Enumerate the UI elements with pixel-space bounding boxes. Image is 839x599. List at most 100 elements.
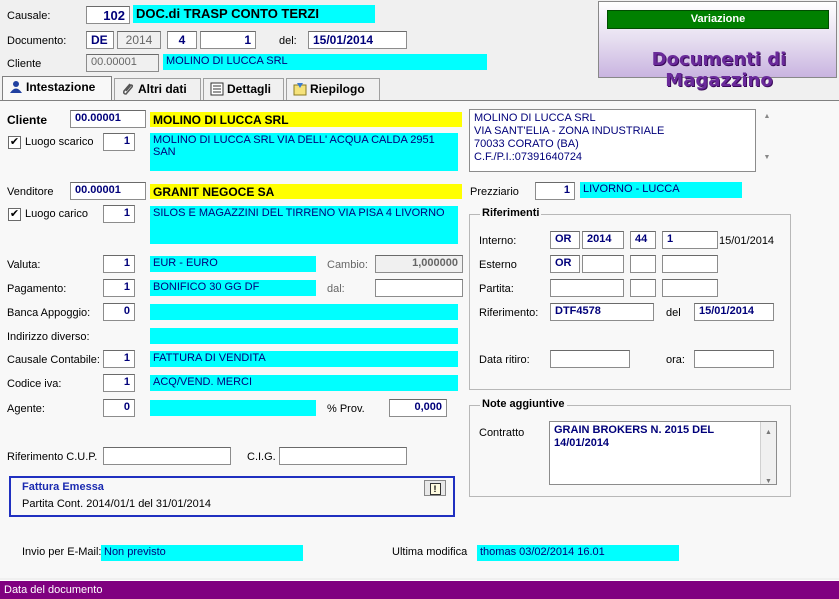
tab-dettagli[interactable]: Dettagli — [203, 78, 284, 100]
header-cliente-name-field: MOLINO DI LUCCA SRL — [163, 54, 487, 70]
doc-num1-field[interactable]: 4 — [167, 31, 197, 49]
interno-year-field[interactable]: 2014 — [582, 231, 624, 249]
valuta-num-field[interactable]: 1 — [103, 255, 135, 273]
status-text: Data del documento — [4, 584, 103, 596]
contratto-scrollbar[interactable]: ▲ ▼ — [760, 422, 776, 485]
data-ritiro-field[interactable] — [550, 350, 630, 368]
fattura-partita: Partita Cont. 2014/01/1 del 31/01/2014 — [22, 498, 211, 510]
venditore-label: Venditore — [7, 186, 54, 198]
pagamento-num-field[interactable]: 1 — [103, 279, 135, 297]
luogo-carico-label: Luogo carico — [25, 208, 88, 220]
tab-intestazione[interactable]: Intestazione — [2, 76, 112, 101]
esterno-num2-field[interactable] — [662, 255, 718, 273]
address-line: C.F./P.I.:07391640724 — [474, 151, 583, 163]
luogo-scarico-checkbox[interactable]: ✔ — [8, 136, 21, 149]
riferimento-label: Riferimento: — [479, 307, 539, 319]
cliente-label: Cliente — [7, 113, 48, 127]
banca-desc-field — [150, 304, 458, 320]
module-banner: Variazione Documenti di Magazzino — [598, 1, 837, 91]
riferimento-date-field[interactable]: 15/01/2014 — [694, 303, 774, 321]
prov-field[interactable]: 0,000 — [389, 399, 447, 417]
esterno-label: Esterno — [479, 259, 517, 271]
doc-del-label: del: — [279, 35, 297, 47]
fattura-title: Fattura Emessa — [22, 481, 104, 493]
prov-label: % Prov. — [327, 403, 365, 415]
causale-contabile-desc-field: FATTURA DI VENDITA — [150, 351, 458, 367]
banca-num-field[interactable]: 0 — [103, 303, 135, 321]
documento-label: Documento: — [7, 35, 67, 47]
agente-num-field[interactable]: 0 — [103, 399, 135, 417]
luogo-carico-checkbox[interactable]: ✔ — [8, 208, 21, 221]
mode-indicator: Variazione — [607, 10, 829, 29]
riferimento-field[interactable]: DTF4578 — [550, 303, 654, 321]
ora-field[interactable] — [694, 350, 774, 368]
causale-code-field[interactable]: 102 — [86, 6, 130, 24]
doc-series-field[interactable]: DE — [86, 31, 114, 49]
prezziario-desc-field: LIVORNO - LUCCA — [580, 182, 742, 198]
interno-num1-field[interactable]: 44 — [630, 231, 656, 249]
riferimenti-title: Riferimenti — [480, 207, 542, 219]
causale-label: Causale: — [7, 10, 51, 22]
luogo-carico-desc-field: SILOS E MAGAZZINI DEL TIRRENO VIA PISA 4… — [150, 206, 458, 244]
luogo-scarico-num-field[interactable]: 1 — [103, 133, 135, 151]
tab-riepilogo[interactable]: Riepilogo — [286, 78, 380, 100]
esterno-series-field[interactable]: OR — [550, 255, 580, 273]
tab-altri-dati-label: Altri dati — [138, 82, 187, 96]
codice-iva-label: Codice iva: — [7, 378, 62, 390]
riferimento-del-label: del — [666, 307, 681, 319]
venditore-name-field: GRANIT NEGOCE SA — [150, 184, 462, 199]
luogo-scarico-desc-field: MOLINO DI LUCCA SRL VIA DELL' ACQUA CALD… — [150, 133, 458, 171]
partita-label: Partita: — [479, 283, 514, 295]
data-ritiro-label: Data ritiro: — [479, 354, 530, 366]
causale-contabile-num-field[interactable]: 1 — [103, 350, 135, 368]
tab-intestazione-label: Intestazione — [26, 80, 96, 94]
prezziario-num-field[interactable]: 1 — [535, 182, 575, 200]
doc-num2-field[interactable]: 1 — [200, 31, 256, 49]
codice-iva-num-field[interactable]: 1 — [103, 374, 135, 392]
note-title: Note aggiuntive — [480, 398, 567, 410]
venditore-code-field[interactable]: 00.00001 — [70, 182, 146, 200]
agente-label: Agente: — [7, 403, 45, 415]
dal-field[interactable] — [375, 279, 463, 297]
status-bar: Data del documento — [0, 580, 839, 599]
cig-field[interactable] — [279, 447, 407, 465]
agente-desc-field — [150, 400, 316, 416]
pagamento-label: Pagamento: — [7, 283, 67, 295]
contratto-textarea[interactable]: GRAIN BROKERS N. 2015 DEL 14/01/2014 ▲ ▼ — [549, 421, 777, 485]
luogo-carico-num-field[interactable]: 1 — [103, 205, 135, 223]
email-value-field: Non previsto — [101, 545, 303, 561]
esterno-year-field[interactable] — [582, 255, 624, 273]
interno-num2-field[interactable]: 1 — [662, 231, 718, 249]
cup-field[interactable] — [103, 447, 231, 465]
luogo-scarico-label: Luogo scarico — [25, 136, 94, 148]
tab-riepilogo-label: Riepilogo — [310, 82, 365, 96]
partita-field-3[interactable] — [662, 279, 718, 297]
address-line: 70033 CORATO (BA) — [474, 138, 579, 150]
fattura-info-button[interactable]: ! — [424, 480, 446, 496]
address-line: VIA SANT'ELIA - ZONA INDUSTRIALE — [474, 125, 665, 137]
cliente-code-field[interactable]: 00.00001 — [70, 110, 146, 128]
tab-dettagli-label: Dettagli — [227, 82, 272, 96]
module-title: Documenti di Magazzino — [651, 49, 787, 91]
esterno-num1-field[interactable] — [630, 255, 656, 273]
paperclip-icon — [121, 82, 135, 96]
indirizzo-label: Indirizzo diverso: — [7, 331, 90, 343]
indirizzo-desc-field — [150, 328, 458, 344]
interno-series-field[interactable]: OR — [550, 231, 580, 249]
interno-date: 15/01/2014 — [719, 235, 775, 247]
ora-label: ora: — [666, 354, 685, 366]
modifica-label: Ultima modifica — [392, 546, 468, 558]
cig-label: C.I.G. — [247, 451, 276, 463]
tab-altri-dati[interactable]: Altri dati — [114, 78, 201, 100]
cliente-address-box: MOLINO DI LUCCA SRL VIA SANT'ELIA - ZONA… — [469, 109, 756, 172]
doc-date-field[interactable]: 15/01/2014 — [308, 31, 407, 49]
partita-field-2[interactable] — [630, 279, 656, 297]
alert-icon: ! — [429, 483, 441, 495]
cambio-label: Cambio: — [327, 259, 368, 271]
doc-year-field: 2014 — [117, 31, 161, 49]
address-scrollbar[interactable]: ▲ ▼ — [760, 109, 774, 172]
address-line: MOLINO DI LUCCA SRL — [474, 112, 596, 124]
partita-field-1[interactable] — [550, 279, 624, 297]
causale-desc-field: DOC.di TRASP CONTO TERZI — [133, 5, 375, 23]
contratto-label: Contratto — [479, 427, 525, 439]
